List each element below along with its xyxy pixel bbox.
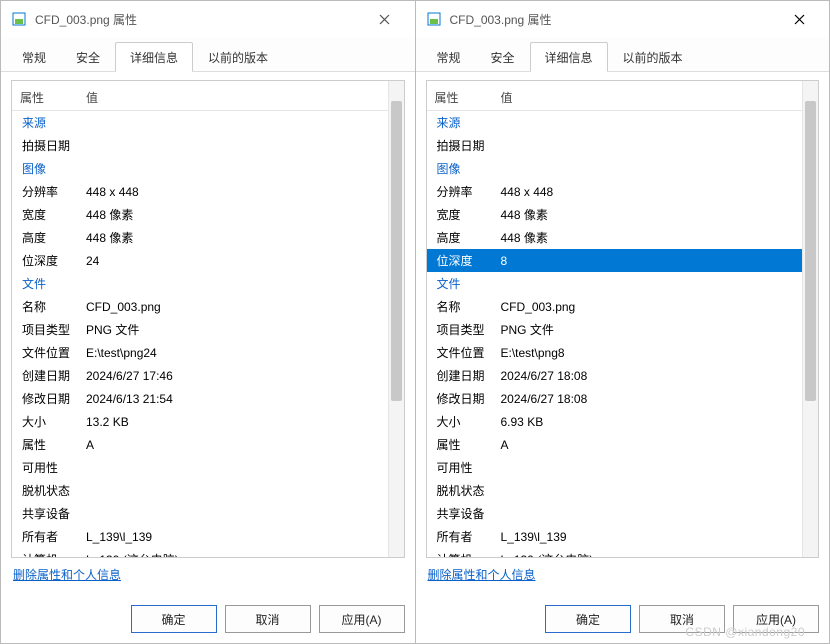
table-row[interactable]: 计算机L_139 (这台电脑) — [12, 548, 388, 557]
table-row[interactable]: 高度448 像素 — [427, 226, 803, 249]
table-row[interactable]: 文件位置E:\test\png8 — [427, 341, 803, 364]
group-origin[interactable]: 来源 — [427, 111, 803, 134]
group-origin[interactable]: 来源 — [12, 111, 388, 134]
table-row[interactable]: 名称CFD_003.png — [12, 295, 388, 318]
table-row[interactable]: 可用性 — [12, 456, 388, 479]
table-row[interactable]: 项目类型PNG 文件 — [427, 318, 803, 341]
tab-row: 常规 安全 详细信息 以前的版本 — [1, 37, 415, 72]
table-row[interactable]: 项目类型PNG 文件 — [12, 318, 388, 341]
tab-general[interactable]: 常规 — [7, 42, 61, 72]
table-header: 属性 值 — [12, 85, 388, 111]
table-row[interactable]: 创建日期2024/6/27 18:08 — [427, 364, 803, 387]
group-file[interactable]: 文件 — [12, 272, 388, 295]
table-row[interactable]: 高度448 像素 — [12, 226, 388, 249]
scrollbar[interactable] — [388, 81, 404, 557]
table-row[interactable]: 分辨率448 x 448 — [12, 180, 388, 203]
ok-button[interactable]: 确定 — [545, 605, 631, 633]
remove-properties-link[interactable]: 删除属性和个人信息 — [13, 568, 121, 582]
table-row[interactable]: 脱机状态 — [427, 479, 803, 502]
header-prop: 属性 — [20, 89, 86, 106]
window-title: CFD_003.png 属性 — [35, 11, 363, 28]
table-row[interactable]: 修改日期2024/6/27 18:08 — [427, 387, 803, 410]
tab-details[interactable]: 详细信息 — [530, 42, 608, 72]
window-title: CFD_003.png 属性 — [450, 11, 778, 28]
group-image[interactable]: 图像 — [12, 157, 388, 180]
group-image[interactable]: 图像 — [427, 157, 803, 180]
table-row[interactable]: 属性A — [427, 433, 803, 456]
tab-details[interactable]: 详细信息 — [115, 42, 193, 72]
tab-security[interactable]: 安全 — [476, 42, 530, 72]
table-row[interactable]: 共享设备 — [12, 502, 388, 525]
table-row[interactable]: 共享设备 — [427, 502, 803, 525]
titlebar: CFD_003.png 属性 — [1, 1, 415, 37]
properties-window-0: CFD_003.png 属性 常规 安全 详细信息 以前的版本 属性 值 来源 … — [0, 0, 416, 644]
close-button[interactable] — [363, 4, 407, 34]
cancel-button[interactable]: 取消 — [639, 605, 725, 633]
tab-row: 常规 安全 详细信息 以前的版本 — [416, 37, 830, 72]
table-row[interactable]: 创建日期2024/6/27 17:46 — [12, 364, 388, 387]
properties-window-1: CFD_003.png 属性 常规 安全 详细信息 以前的版本 属性 值 来源 … — [416, 0, 830, 644]
apply-button[interactable]: 应用(A) — [319, 605, 405, 633]
property-table[interactable]: 属性 值 来源 拍摄日期 图像 分辨率448 x 448 宽度448 像素 高度… — [12, 81, 388, 557]
table-row[interactable]: 分辨率448 x 448 — [427, 180, 803, 203]
link-row: 删除属性和个人信息 — [426, 558, 820, 589]
table-row[interactable]: 计算机L_139 (这台电脑) — [427, 548, 803, 557]
table-row[interactable]: 宽度448 像素 — [12, 203, 388, 226]
file-icon — [426, 11, 442, 27]
table-row[interactable]: 修改日期2024/6/13 21:54 — [12, 387, 388, 410]
tab-security[interactable]: 安全 — [61, 42, 115, 72]
scrollbar-thumb[interactable] — [391, 101, 402, 401]
ok-button[interactable]: 确定 — [131, 605, 217, 633]
header-val: 值 — [501, 89, 803, 106]
apply-button[interactable]: 应用(A) — [733, 605, 819, 633]
table-row[interactable]: 所有者L_139\l_139 — [12, 525, 388, 548]
table-row[interactable]: 所有者L_139\l_139 — [427, 525, 803, 548]
cancel-button[interactable]: 取消 — [225, 605, 311, 633]
main-panel: 属性 值 来源 拍摄日期 图像 分辨率448 x 448 宽度448 像素 高度… — [1, 72, 415, 599]
table-row[interactable]: 文件位置E:\test\png24 — [12, 341, 388, 364]
table-row[interactable]: 大小13.2 KB — [12, 410, 388, 433]
file-icon — [11, 11, 27, 27]
table-row-bitdepth[interactable]: 位深度8 — [427, 249, 803, 272]
titlebar: CFD_003.png 属性 — [416, 1, 830, 37]
scrollbar[interactable] — [802, 81, 818, 557]
table-row[interactable]: 属性A — [12, 433, 388, 456]
table-row[interactable]: 可用性 — [427, 456, 803, 479]
table-row[interactable]: 脱机状态 — [12, 479, 388, 502]
tab-general[interactable]: 常规 — [422, 42, 476, 72]
link-row: 删除属性和个人信息 — [11, 558, 405, 589]
button-row: 确定 取消 应用(A) — [1, 599, 415, 643]
scrollbar-thumb[interactable] — [805, 101, 816, 401]
main-panel: 属性 值 来源 拍摄日期 图像 分辨率448 x 448 宽度448 像素 高度… — [416, 72, 830, 599]
table-row[interactable]: 宽度448 像素 — [427, 203, 803, 226]
header-val: 值 — [86, 89, 388, 106]
table-row[interactable]: 大小6.93 KB — [427, 410, 803, 433]
table-header: 属性 值 — [427, 85, 803, 111]
close-button[interactable] — [777, 4, 821, 34]
detail-box: 属性 值 来源 拍摄日期 图像 分辨率448 x 448 宽度448 像素 高度… — [11, 80, 405, 558]
detail-box: 属性 值 来源 拍摄日期 图像 分辨率448 x 448 宽度448 像素 高度… — [426, 80, 820, 558]
property-table[interactable]: 属性 值 来源 拍摄日期 图像 分辨率448 x 448 宽度448 像素 高度… — [427, 81, 803, 557]
group-file[interactable]: 文件 — [427, 272, 803, 295]
button-row: 确定 取消 应用(A) — [416, 599, 830, 643]
table-row[interactable]: 拍摄日期 — [427, 134, 803, 157]
table-row-bitdepth[interactable]: 位深度24 — [12, 249, 388, 272]
table-row[interactable]: 名称CFD_003.png — [427, 295, 803, 318]
remove-properties-link[interactable]: 删除属性和个人信息 — [428, 568, 536, 582]
tab-previous-versions[interactable]: 以前的版本 — [608, 42, 698, 72]
tab-previous-versions[interactable]: 以前的版本 — [193, 42, 283, 72]
header-prop: 属性 — [435, 89, 501, 106]
table-row[interactable]: 拍摄日期 — [12, 134, 388, 157]
